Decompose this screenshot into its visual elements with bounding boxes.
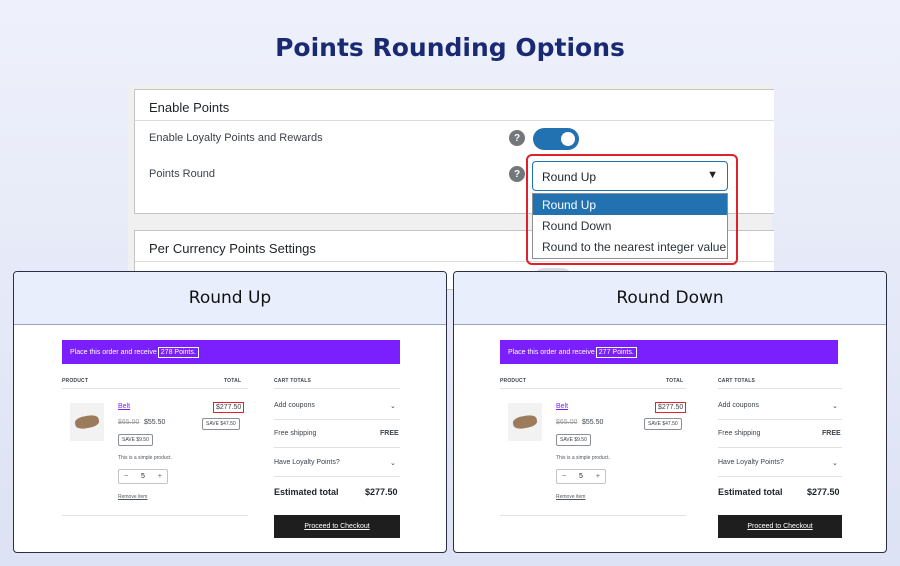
divider — [718, 419, 842, 420]
panel-title: Round Up — [14, 272, 446, 325]
divider — [62, 515, 248, 516]
product-header: PRODUCT — [62, 378, 89, 384]
belt-image-icon — [512, 414, 538, 430]
plus-icon[interactable]: + — [158, 473, 162, 480]
product-link[interactable]: Belt — [118, 403, 130, 410]
shipping-value: FREE — [822, 430, 841, 437]
line-total: $277.50 — [655, 402, 687, 413]
divider — [718, 447, 842, 448]
quantity-value: 5 — [579, 473, 583, 480]
points-highlight: 278 Points. — [157, 347, 199, 358]
option-round-nearest[interactable]: Round to the nearest integer value — [533, 236, 727, 257]
remove-item-link[interactable]: Remove item — [118, 494, 147, 500]
quantity-stepper[interactable]: − 5 + — [556, 469, 606, 484]
divider — [274, 447, 400, 448]
chevron-down-icon[interactable]: ⌄ — [390, 402, 396, 410]
chevron-down-icon[interactable]: ⌄ — [832, 402, 838, 410]
loyalty-points-label[interactable]: Have Loyalty Points? — [718, 459, 784, 466]
enable-loyalty-toggle[interactable] — [533, 128, 579, 150]
product-thumbnail[interactable] — [70, 403, 104, 441]
new-price: $55.50 — [582, 419, 604, 426]
help-icon[interactable]: ? — [509, 130, 525, 146]
points-round-options: Round Up Round Down Round to the nearest… — [532, 193, 728, 259]
save-badge: SAVE $9.50 — [118, 434, 153, 446]
product-link[interactable]: Belt — [556, 403, 568, 410]
line-save-badge: SAVE $47.50 — [202, 418, 240, 430]
toggle-knob — [561, 132, 575, 146]
total-header: TOTAL — [666, 378, 684, 384]
product-thumbnail[interactable] — [508, 403, 542, 441]
line-save-badge: SAVE $47.50 — [644, 418, 682, 430]
round-up-panel: Round Up Place this order and receive 278… — [13, 271, 447, 553]
divider — [718, 388, 842, 389]
points-round-select[interactable]: Round Up ▼ — [532, 161, 728, 191]
notice-text: Place this order and receive — [508, 349, 595, 356]
chevron-down-icon[interactable]: ⌄ — [832, 459, 838, 467]
quantity-stepper[interactable]: − 5 + — [118, 469, 168, 484]
section-divider — [135, 120, 774, 121]
divider — [718, 476, 842, 477]
free-shipping-label: Free shipping — [718, 430, 761, 437]
panel-title: Round Down — [454, 272, 886, 325]
divider — [274, 388, 400, 389]
cart-totals-header: CART TOTALS — [274, 378, 312, 384]
minus-icon[interactable]: − — [124, 473, 128, 480]
cart-totals-header: CART TOTALS — [718, 378, 756, 384]
option-round-up[interactable]: Round Up — [533, 194, 727, 215]
estimated-total-value: $277.50 — [365, 487, 398, 497]
proceed-to-checkout-button[interactable]: Proceed to Checkout — [274, 515, 400, 538]
total-header: TOTAL — [224, 378, 242, 384]
proceed-to-checkout-button[interactable]: Proceed to Checkout — [718, 515, 842, 538]
chevron-down-icon[interactable]: ⌄ — [390, 459, 396, 467]
enable-loyalty-label: Enable Loyalty Points and Rewards — [149, 132, 323, 144]
select-value: Round Up — [542, 170, 597, 184]
points-notice: Place this order and receive 278 Points. — [62, 340, 400, 364]
section-title-enable-points: Enable Points — [149, 100, 230, 115]
add-coupons-label[interactable]: Add coupons — [718, 402, 759, 409]
new-price: $55.50 — [144, 419, 166, 426]
shipping-value: FREE — [380, 430, 399, 437]
points-highlight: 277 Points. — [595, 347, 637, 358]
product-description: This is a simple product. — [556, 455, 610, 461]
remove-item-link[interactable]: Remove item — [556, 494, 585, 500]
points-notice: Place this order and receive 277 Points. — [500, 340, 838, 364]
help-icon[interactable]: ? — [509, 166, 525, 182]
old-price: $65.00 — [556, 419, 578, 426]
product-header: PRODUCT — [500, 378, 527, 384]
belt-image-icon — [74, 414, 100, 430]
divider — [500, 388, 686, 389]
divider — [500, 515, 686, 516]
minus-icon[interactable]: − — [562, 473, 566, 480]
estimated-total-label: Estimated total — [274, 487, 339, 497]
estimated-total-label: Estimated total — [718, 487, 783, 497]
save-badge: SAVE $9.50 — [556, 434, 591, 446]
divider — [274, 476, 400, 477]
free-shipping-label: Free shipping — [274, 430, 317, 437]
estimated-total-value: $277.50 — [807, 487, 840, 497]
points-round-label: Points Round — [149, 168, 216, 180]
loyalty-points-label[interactable]: Have Loyalty Points? — [274, 459, 340, 466]
old-price: $65.00 — [118, 419, 140, 426]
divider — [274, 419, 400, 420]
section-title-per-currency: Per Currency Points Settings — [149, 241, 316, 256]
option-round-down[interactable]: Round Down — [533, 215, 727, 236]
add-coupons-label[interactable]: Add coupons — [274, 402, 315, 409]
product-description: This is a simple product. — [118, 455, 172, 461]
line-total: $277.50 — [213, 402, 245, 413]
plus-icon[interactable]: + — [596, 473, 600, 480]
round-down-panel: Round Down Place this order and receive 2… — [453, 271, 887, 553]
page-title: Points Rounding Options — [275, 33, 625, 62]
quantity-value: 5 — [141, 473, 145, 480]
chevron-down-icon: ▼ — [707, 169, 718, 181]
divider — [62, 388, 248, 389]
notice-text: Place this order and receive — [70, 349, 157, 356]
